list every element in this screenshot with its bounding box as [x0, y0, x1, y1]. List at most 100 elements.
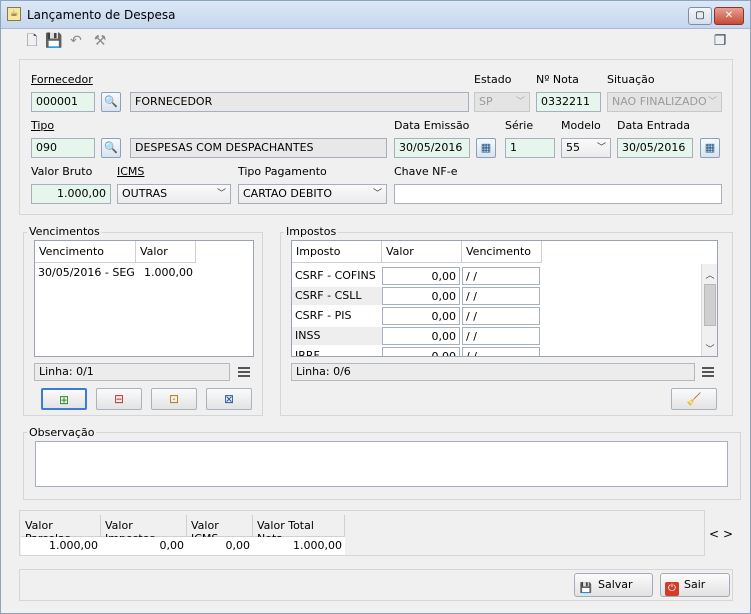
magnifier-icon: 🔍: [104, 95, 118, 108]
remove-row-icon: ⊟: [113, 392, 125, 406]
table-row-imposto[interactable]: IRRF: [292, 347, 382, 356]
data-entrada-label: Data Entrada: [617, 119, 690, 132]
impostos-table[interactable]: Imposto Valor Vencimento CSRF - COFINS 0…: [291, 240, 718, 357]
table-row-imposto[interactable]: CSRF - PIS: [292, 307, 382, 325]
modelo-select[interactable]: 55 ﹀: [561, 138, 611, 158]
save-disk-icon[interactable]: 💾: [45, 32, 63, 50]
vencimentos-header-vencimento[interactable]: Vencimento: [35, 241, 136, 263]
table-row-valor[interactable]: 0,00: [382, 347, 460, 356]
broom-icon: 🧹: [686, 392, 702, 406]
impostos-header-imposto[interactable]: Imposto: [292, 241, 382, 263]
chevron-down-icon: ﹀: [515, 97, 525, 107]
data-emissao-label: Data Emissão: [394, 119, 470, 132]
table-row-vencimento[interactable]: / /: [462, 267, 540, 285]
chevron-down-icon: ﹀: [216, 189, 226, 199]
icms-select[interactable]: OUTRAS ﹀: [117, 184, 231, 204]
undo-icon[interactable]: ↶: [67, 32, 85, 50]
icms-label: ICMS: [117, 165, 145, 178]
serie-field[interactable]: 1: [505, 138, 555, 158]
close-button[interactable]: ✕: [714, 7, 744, 25]
table-row-valor[interactable]: 0,00: [382, 287, 460, 305]
impostos-menu-icon[interactable]: [702, 367, 714, 377]
magnifier-icon: 🔍: [104, 141, 118, 154]
chave-nfe-field[interactable]: [394, 184, 722, 204]
table-row-imposto[interactable]: CSRF - CSLL: [292, 287, 382, 305]
save-disk-icon: 💾: [579, 583, 593, 594]
tipo-pagamento-label: Tipo Pagamento: [238, 165, 327, 178]
tipo-name-field: DESPESAS COM DESPACHANTES: [130, 138, 387, 158]
new-document-icon[interactable]: 🗋: [23, 32, 41, 50]
fornecedor-code-field[interactable]: 000001: [31, 92, 95, 112]
observacao-title: Observação: [27, 426, 97, 439]
table-row-imposto[interactable]: INSS: [292, 327, 382, 345]
table-row-valor[interactable]: 0,00: [382, 307, 460, 325]
tipo-search-button[interactable]: 🔍: [101, 138, 121, 158]
vencimentos-table[interactable]: Vencimento Valor 30/05/2016 - SEG 1.000,…: [34, 240, 254, 357]
estado-label: Estado: [474, 73, 512, 86]
sair-button[interactable]: ⏻ Sair: [660, 573, 730, 597]
tipo-code-field[interactable]: 090: [31, 138, 95, 158]
scroll-down-icon[interactable]: ﹀: [702, 342, 717, 355]
vencimentos-status: Linha: 0/1: [34, 363, 230, 381]
remove-parcela-button[interactable]: ⊟: [96, 388, 142, 410]
magic-wand-icon[interactable]: ⚒: [91, 32, 109, 50]
totais-icms-value: 0,00: [187, 537, 253, 555]
nota-label: Nº Nota: [536, 73, 579, 86]
data-entrada-calendar-button[interactable]: ▦: [700, 138, 720, 158]
valor-bruto-field[interactable]: 1.000,00: [31, 184, 111, 204]
impostos-header-vencimento[interactable]: Vencimento: [462, 241, 542, 263]
impostos-title: Impostos: [284, 225, 339, 238]
table-row-valor[interactable]: 0,00: [382, 267, 460, 285]
chevron-down-icon: ﹀: [372, 189, 382, 199]
situacao-select[interactable]: NAO FINALIZADO ﹀: [607, 92, 722, 112]
totais-next-icon[interactable]: >: [723, 527, 733, 541]
edit-parcela-button[interactable]: ⊡: [151, 388, 197, 410]
totais-prev-icon[interactable]: <: [709, 527, 719, 541]
fornecedor-search-button[interactable]: 🔍: [101, 92, 121, 112]
clear-impostos-button[interactable]: 🧹: [671, 388, 717, 410]
scroll-up-icon[interactable]: ︿: [702, 268, 717, 281]
data-emissao-calendar-button[interactable]: ▦: [476, 138, 496, 158]
table-row-vencimento[interactable]: / /: [462, 307, 540, 325]
chevron-down-icon: ﹀: [596, 143, 606, 153]
calendar-icon: ▦: [704, 141, 716, 154]
scroll-thumb[interactable]: [704, 284, 716, 326]
chave-nfe-label: Chave NF-e: [394, 165, 458, 178]
data-entrada-field[interactable]: 30/05/2016: [617, 138, 693, 158]
impostos-status: Linha: 0/6: [291, 363, 695, 381]
tipo-pagamento-select[interactable]: CARTAO DEBITO ﹀: [238, 184, 387, 204]
serie-label: Série: [505, 119, 534, 132]
delete-table-icon: ⊠: [223, 392, 235, 406]
add-parcela-button[interactable]: ⊞: [41, 388, 87, 410]
edit-row-icon: ⊡: [168, 392, 180, 406]
observacao-textarea[interactable]: [35, 441, 728, 487]
table-row-vencimento[interactable]: 30/05/2016 - SEG: [35, 264, 136, 282]
table-row-vencimento[interactable]: / /: [462, 287, 540, 305]
vencimentos-title: Vencimentos: [27, 225, 102, 238]
vencimentos-menu-icon[interactable]: [238, 367, 250, 377]
table-row-vencimento[interactable]: / /: [462, 327, 540, 345]
fornecedor-name-field: FORNECEDOR: [130, 92, 469, 112]
impostos-header-valor[interactable]: Valor: [382, 241, 462, 263]
windows-icon[interactable]: ❐: [711, 32, 729, 50]
vencimentos-header-valor[interactable]: Valor: [136, 241, 196, 263]
salvar-button[interactable]: 💾 Salvar: [574, 573, 653, 597]
add-row-icon: ⊞: [58, 393, 70, 407]
totais-header-icms: Valor ICMS: [187, 515, 253, 545]
estado-select[interactable]: SP ﹀: [474, 92, 530, 112]
fornecedor-label: Fornecedor: [31, 73, 93, 86]
table-row-imposto[interactable]: CSRF - COFINS: [292, 267, 382, 285]
main-window: ☕ Lançamento de Despesa ▢ ✕ 🗋 💾 ↶ ⚒ ❐ Fo…: [0, 0, 751, 614]
impostos-scrollbar[interactable]: ︿ ﹀: [701, 264, 717, 356]
java-app-icon: ☕: [7, 7, 21, 21]
chevron-down-icon: ﹀: [707, 97, 717, 107]
table-row-valor[interactable]: 1.000,00: [136, 264, 196, 282]
data-emissao-field[interactable]: 30/05/2016: [394, 138, 470, 158]
nota-field[interactable]: 0332211: [536, 92, 601, 112]
title-bar: ☕ Lançamento de Despesa ▢ ✕: [1, 1, 750, 29]
table-row-vencimento[interactable]: / /: [462, 347, 540, 356]
clear-parcelas-button[interactable]: ⊠: [206, 388, 252, 410]
calendar-icon: ▦: [480, 141, 492, 154]
table-row-valor[interactable]: 0,00: [382, 327, 460, 345]
restore-button[interactable]: ▢: [688, 7, 712, 25]
